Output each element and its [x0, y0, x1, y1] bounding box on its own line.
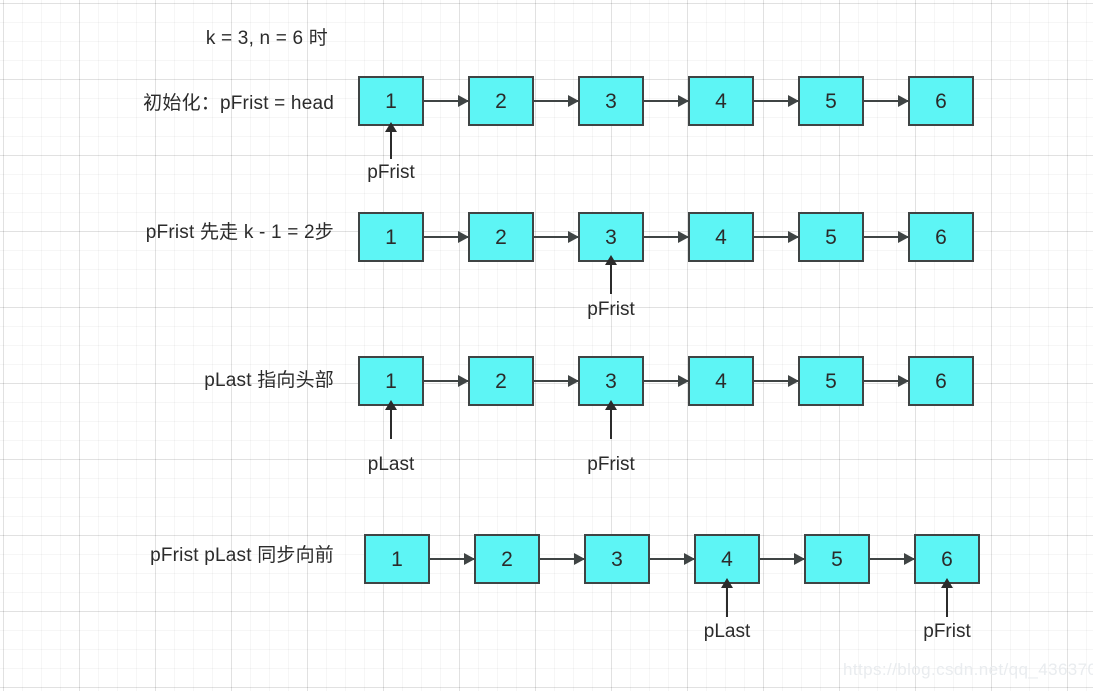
next-pointer-arrow-icon	[540, 558, 584, 560]
diagram-title-note: k = 3, n = 6 时	[205, 28, 328, 49]
list-node: 5	[798, 76, 864, 126]
row-caption: pFrist 先走 k - 1 = 2步	[145, 222, 334, 243]
next-pointer-arrow-icon	[870, 558, 914, 560]
list-node: 5	[798, 356, 864, 406]
list-node: 2	[468, 76, 534, 126]
list-node: 3	[578, 76, 644, 126]
list-node: 6	[914, 534, 980, 584]
list-node: 4	[688, 212, 754, 262]
list-node: 3	[584, 534, 650, 584]
list-node: 1	[358, 356, 424, 406]
watermark: https://blog.csdn.net/qq_43637079	[843, 660, 1093, 679]
next-pointer-arrow-icon	[534, 236, 578, 238]
next-pointer-arrow-icon	[754, 380, 798, 382]
list-node: 2	[474, 534, 540, 584]
pointer-arrow-icon	[390, 131, 392, 159]
pointer-label: pFrist	[367, 162, 415, 183]
list-node: 1	[364, 534, 430, 584]
next-pointer-arrow-icon	[534, 100, 578, 102]
row-caption: pFrist pLast 同步向前	[150, 545, 334, 566]
list-node: 2	[468, 356, 534, 406]
next-pointer-arrow-icon	[754, 100, 798, 102]
next-pointer-arrow-icon	[424, 100, 468, 102]
next-pointer-arrow-icon	[650, 558, 694, 560]
list-node: 6	[908, 76, 974, 126]
pointer-arrow-icon	[610, 409, 612, 439]
row-caption: pLast 指向头部	[204, 370, 334, 391]
list-node: 3	[578, 356, 644, 406]
pointer-arrow-icon	[390, 409, 392, 439]
pointer-label: pLast	[367, 454, 415, 475]
pointer-label: pFrist	[923, 621, 971, 642]
next-pointer-arrow-icon	[644, 380, 688, 382]
pointer-arrow-icon	[946, 587, 948, 617]
next-pointer-arrow-icon	[644, 100, 688, 102]
list-node: 1	[358, 76, 424, 126]
next-pointer-arrow-icon	[754, 236, 798, 238]
list-node: 6	[908, 212, 974, 262]
pointer-label: pLast	[703, 621, 751, 642]
list-node: 5	[804, 534, 870, 584]
list-node: 4	[688, 76, 754, 126]
pointer-label: pFrist	[587, 299, 635, 320]
next-pointer-arrow-icon	[424, 380, 468, 382]
next-pointer-arrow-icon	[534, 380, 578, 382]
next-pointer-arrow-icon	[864, 380, 908, 382]
next-pointer-arrow-icon	[424, 236, 468, 238]
next-pointer-arrow-icon	[430, 558, 474, 560]
list-node: 4	[688, 356, 754, 406]
list-node: 6	[908, 356, 974, 406]
pointer-arrow-icon	[610, 264, 612, 294]
next-pointer-arrow-icon	[760, 558, 804, 560]
next-pointer-arrow-icon	[864, 236, 908, 238]
row-caption: 初始化：pFrist = head	[143, 93, 334, 114]
pointer-arrow-icon	[726, 587, 728, 617]
next-pointer-arrow-icon	[864, 100, 908, 102]
list-node: 2	[468, 212, 534, 262]
diagram-canvas: k = 3, n = 6 时 初始化：pFrist = head 1 2 3 4 5 6 pF…	[0, 0, 1093, 691]
list-node: 1	[358, 212, 424, 262]
list-node: 4	[694, 534, 760, 584]
next-pointer-arrow-icon	[644, 236, 688, 238]
pointer-label: pFrist	[587, 454, 635, 475]
list-node: 5	[798, 212, 864, 262]
